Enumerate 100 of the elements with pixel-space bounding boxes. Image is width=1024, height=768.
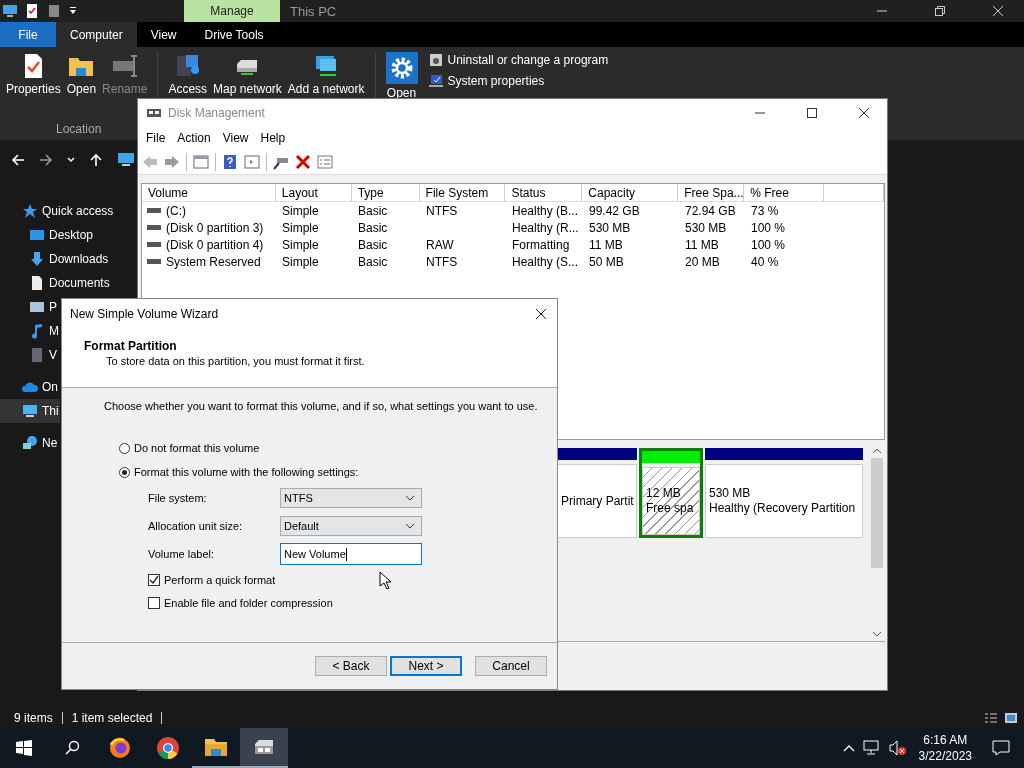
checkbox[interactable]: Enable file and folder compression [148,591,557,614]
selection-count: 1 item selected [71,711,153,725]
volume-icon [147,207,161,214]
scroll-thumb[interactable] [871,458,883,568]
delete-icon[interactable] [295,154,311,170]
maximize-icon[interactable] [806,106,818,119]
table-cell: 11 MB [685,237,719,252]
chevron-up-icon[interactable] [842,744,855,752]
menu-item[interactable]: Help [254,131,292,145]
close-icon[interactable] [858,106,870,119]
network-icon[interactable] [862,740,881,756]
thumbnail-view-icon[interactable] [1004,712,1018,724]
ribbon-tab[interactable]: Computer [56,22,137,47]
checkbox[interactable]: Perform a quick format [148,568,557,591]
partition-block[interactable]: 12 MB Free spa [639,448,703,538]
ribbon-button[interactable]: Access [168,52,208,96]
field-label: Allocation unit size: [148,520,244,532]
sidebar-item[interactable]: P [0,295,58,319]
ribbon-button[interactable]: System properties [427,73,609,89]
clock-time[interactable]: 6:16 AM [923,732,968,748]
input-field[interactable]: New Volume [280,543,422,565]
chevron-icon[interactable] [67,156,75,164]
taskbar-app[interactable] [240,728,288,768]
sidebar-item[interactable]: Downloads [0,247,110,271]
browser-icon [108,736,132,760]
close-icon[interactable] [535,308,547,320]
sidebar-item[interactable]: Thi [0,399,60,423]
radio-icon[interactable] [119,466,130,478]
scroll-up-icon[interactable] [872,448,882,454]
column-header[interactable]: % Free [744,184,825,201]
forward-icon[interactable] [164,154,180,170]
sidebar-item[interactable]: On [0,375,59,399]
table-cell: Formatting [512,237,570,252]
dropdown[interactable]: NTFS [280,488,422,508]
table-cell: 99.42 GB [589,203,640,218]
table-cell: RAW [426,237,454,252]
field-label: Volume label: [148,548,216,560]
windows-icon [16,740,32,756]
muted-speaker-icon[interactable] [888,740,907,756]
column-header[interactable]: File System [419,184,506,201]
scroll-down-icon[interactable] [872,631,882,637]
notification-icon[interactable] [992,740,1010,756]
help-icon[interactable] [222,154,238,170]
table-cell: (Disk 0 partition 3) [166,220,264,235]
document-icon [29,275,45,291]
search-icon [64,740,80,756]
sidebar-item[interactable]: Ne [0,431,59,455]
up-icon[interactable] [89,153,103,167]
sidebar-item[interactable]: V [0,343,58,367]
console-tree-icon[interactable] [193,154,209,170]
sidebar-item[interactable]: M [0,319,60,343]
ribbon-button[interactable]: Map network [213,52,282,96]
download-icon [29,251,45,267]
window-title: This PC [290,3,337,19]
action-pane-icon[interactable] [244,154,260,170]
sidebar-item[interactable]: Documents [0,271,111,295]
table-cell: Basic [358,220,388,235]
column-header[interactable]: Layout [275,184,352,201]
table-cell: Healthy (B... [512,203,579,218]
context-tab[interactable]: Manage [184,0,280,22]
column-header[interactable]: Capacity [582,184,679,201]
column-header[interactable]: Type [351,184,420,201]
forward-icon[interactable] [39,153,53,167]
ribbon-tab[interactable]: File [0,22,56,47]
computer-icon[interactable] [117,152,135,168]
back-icon[interactable] [11,153,25,167]
ribbon-tab[interactable]: Drive Tools [190,22,278,47]
menu-item[interactable]: Action [171,131,217,145]
dropdown[interactable]: Default [280,516,422,536]
radio-option[interactable]: Format this volume with the following settings: [119,460,557,484]
dialog-button[interactable]: Next > [390,656,462,676]
dropdown-icon[interactable] [68,6,78,16]
radio-option[interactable]: Do not format this volume [119,436,557,460]
ribbon-button[interactable]: Uninstall or change a program [427,52,609,68]
details-view-icon[interactable] [984,712,998,724]
volume-icon [147,241,161,248]
menu-item[interactable]: File [140,131,172,145]
table-cell: 20 MB [685,254,720,269]
checkbox-icon[interactable] [148,596,160,609]
ribbon-button[interactable]: Properties [6,52,61,96]
table-cell: 72.94 GB [685,203,736,218]
ribbon-button[interactable]: Add a network [287,52,365,96]
ribbon-tab[interactable]: View [136,22,191,47]
ribbon-button[interactable]: Open [385,52,418,100]
sidebar-item[interactable]: Desktop [0,223,95,247]
properties-icon[interactable] [24,3,40,19]
dialog-button[interactable]: < Back [315,656,387,676]
checkbox-icon[interactable] [148,573,160,586]
column-header[interactable]: Volume [142,184,276,201]
dialog-button[interactable]: Cancel [475,656,547,676]
restore-icon[interactable] [934,5,946,17]
table-cell: (Disk 0 partition 4) [166,237,264,252]
clock-date[interactable]: 3/22/2023 [918,748,972,764]
menu-item[interactable]: View [216,131,255,145]
ribbon-button[interactable]: Open [66,52,97,96]
column-header[interactable]: Status [505,184,583,201]
radio-icon[interactable] [119,442,130,454]
column-header[interactable]: Free Spa... [678,184,745,201]
sidebar-item[interactable]: Quick access [0,199,115,223]
instruction-text: Choose whether you want to format this volume, and if so, what settings you want to use. [104,400,539,412]
